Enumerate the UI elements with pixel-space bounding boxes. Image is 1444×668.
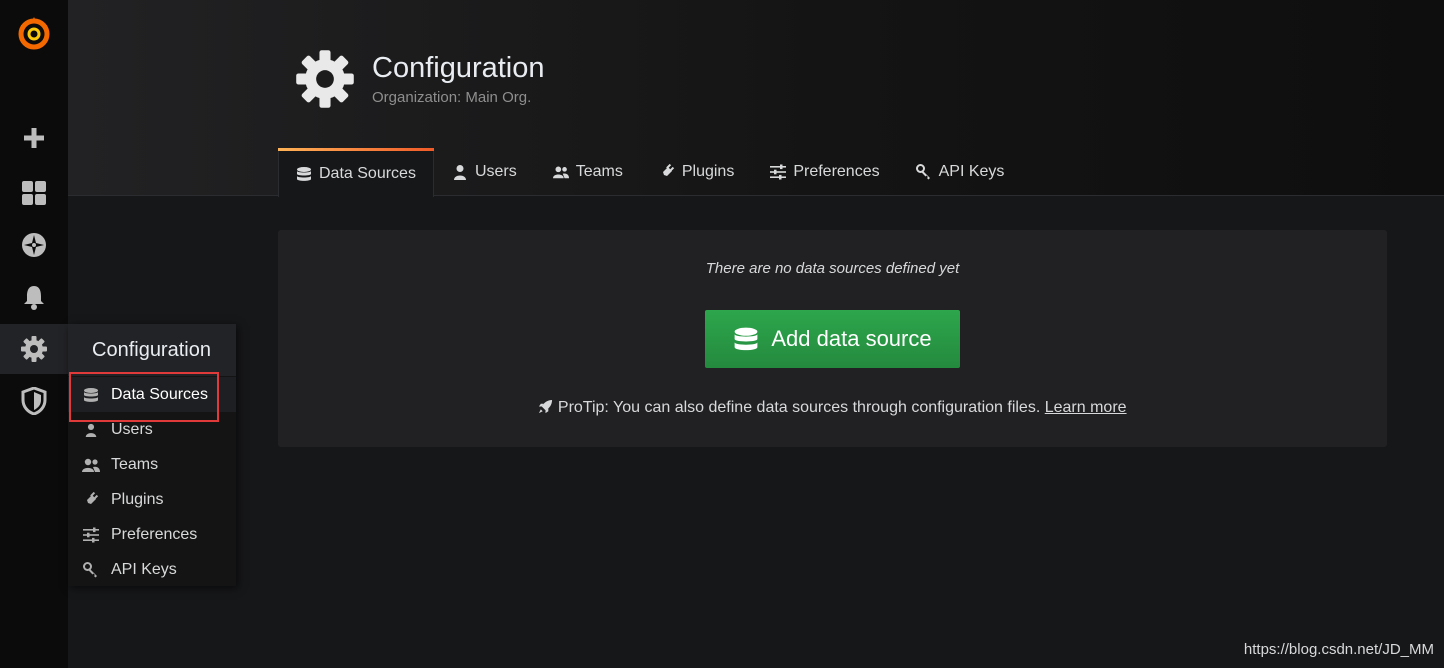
empty-message: There are no data sources defined yet — [705, 260, 960, 277]
configuration-menu-header: Configuration — [68, 324, 236, 376]
protip: ProTip: You can also define data sources… — [278, 399, 1387, 417]
tab-label: Plugins — [681, 163, 735, 180]
config-tabs: Data Sources Users Teams Plugins Prefere… — [278, 148, 1023, 197]
tab-label: Data Sources — [319, 165, 416, 182]
sidebar-item-dashboards[interactable] — [0, 168, 68, 218]
plus-icon — [24, 128, 44, 148]
sliders-icon — [770, 164, 787, 180]
tab-label: Teams — [575, 163, 623, 180]
page-subtitle: Organization: Main Org. — [372, 89, 532, 106]
sidebar — [0, 0, 68, 668]
menu-item-label: Users — [111, 420, 153, 438]
key-icon — [915, 164, 930, 180]
menu-item-api-keys[interactable]: API Keys — [68, 552, 236, 587]
tab-data-sources[interactable]: Data Sources — [278, 148, 434, 197]
watermark: https://blog.csdn.net/JD_MM — [1243, 641, 1434, 658]
learn-more-link[interactable]: Learn more — [1045, 399, 1127, 416]
tab-api-keys[interactable]: API Keys — [898, 148, 1023, 196]
grafana-logo[interactable] — [0, 8, 68, 58]
users-icon — [82, 458, 100, 472]
database-icon — [297, 167, 311, 181]
shield-icon — [21, 387, 47, 415]
add-data-source-label: Add data source — [771, 326, 932, 351]
configuration-menu: Configuration Data Sources Users Teams P… — [68, 324, 236, 586]
highlight-box — [69, 372, 219, 422]
grid-icon — [22, 181, 46, 205]
plug-icon — [85, 491, 99, 506]
user-icon — [85, 423, 97, 437]
bell-icon — [24, 286, 44, 310]
tab-label: API Keys — [938, 163, 1005, 180]
tab-label: Users — [474, 163, 517, 180]
tab-teams[interactable]: Teams — [535, 148, 641, 196]
sidebar-item-create[interactable] — [0, 113, 68, 163]
user-icon — [453, 165, 466, 180]
tab-users[interactable]: Users — [434, 148, 535, 196]
menu-item-label: Preferences — [111, 525, 198, 543]
page-title: Configuration — [372, 52, 545, 84]
tab-label: Preferences — [793, 163, 880, 180]
sliders-icon — [83, 527, 99, 542]
menu-item-label: Plugins — [111, 490, 164, 508]
grafana-logo-icon — [18, 17, 50, 50]
menu-item-preferences[interactable]: Preferences — [68, 517, 236, 552]
add-data-source-button[interactable]: Add data source — [705, 310, 960, 368]
gear-icon — [21, 336, 47, 362]
protip-text: ProTip: You can also define data sources… — [557, 399, 1041, 416]
sidebar-item-server-admin[interactable] — [0, 376, 68, 426]
users-icon — [552, 166, 569, 179]
sidebar-item-explore[interactable] — [0, 220, 68, 270]
sidebar-item-alerting[interactable] — [0, 272, 68, 322]
tab-preferences[interactable]: Preferences — [752, 148, 897, 196]
gear-icon — [296, 50, 354, 108]
menu-item-plugins[interactable]: Plugins — [68, 482, 236, 517]
key-icon — [83, 561, 97, 577]
menu-item-label: Teams — [111, 455, 159, 473]
menu-item-label: API Keys — [111, 560, 177, 578]
rocket-icon — [539, 399, 553, 414]
plug-icon — [660, 164, 674, 178]
sidebar-item-configuration[interactable] — [0, 324, 68, 374]
tab-plugins[interactable]: Plugins — [641, 148, 752, 196]
empty-list-panel: There are no data sources defined yet Ad… — [278, 230, 1387, 447]
compass-icon — [22, 233, 46, 257]
menu-item-teams[interactable]: Teams — [68, 447, 236, 482]
menu-title[interactable]: Configuration — [92, 339, 211, 362]
database-icon — [735, 327, 758, 351]
